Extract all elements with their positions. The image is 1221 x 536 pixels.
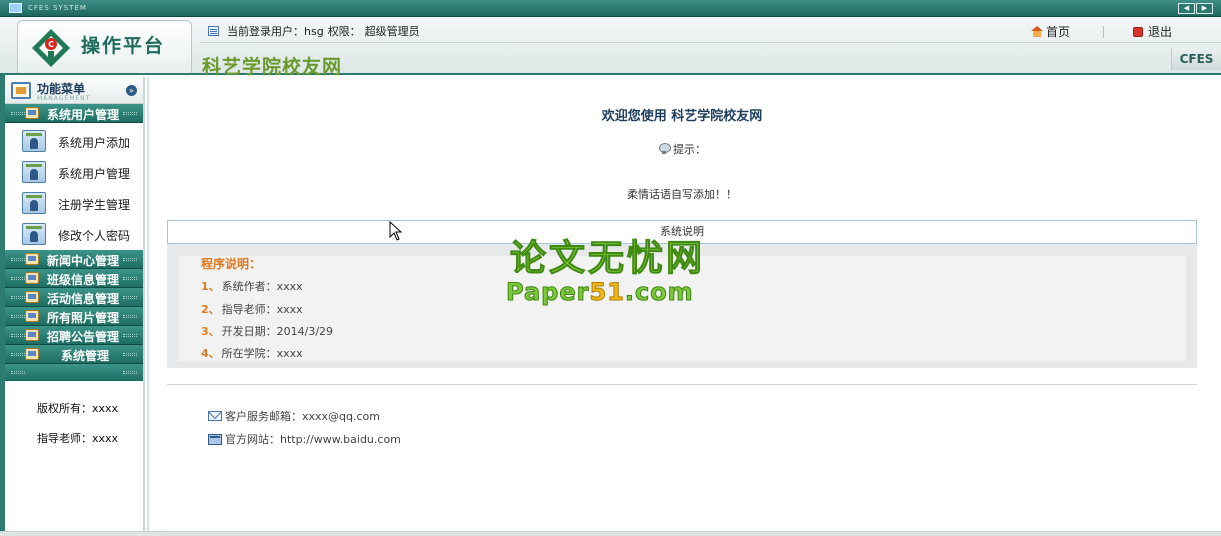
menu-item-add-user[interactable]: 系统用户添加 <box>5 126 143 157</box>
content-divider <box>167 384 1197 385</box>
logo-tab: C 操作平台 <box>17 20 192 73</box>
menu-group-photos[interactable]: 所有照片管理 <box>5 307 143 326</box>
menu-subtitle: MANAGEMENT <box>37 95 91 102</box>
user-card-icon <box>22 223 46 245</box>
top-links: 首页 退出 <box>1031 23 1172 40</box>
tip-label: 提示： <box>673 143 706 156</box>
sidebar-footer: 版权所有：xxxx 指导老师：xxxx <box>5 381 143 460</box>
link-separator <box>1103 25 1105 38</box>
user-prefix: 当前登录用户： <box>227 25 304 38</box>
header-divider <box>200 42 1221 43</box>
menu-group-classes[interactable]: 班级信息管理 <box>5 269 143 288</box>
next-arrow-icon[interactable]: ▶ <box>1196 3 1213 14</box>
tip-label-row: 提示： <box>659 141 706 157</box>
home-link[interactable]: 首页 <box>1031 23 1070 40</box>
menu-item-change-password[interactable]: 修改个人密码 <box>5 219 143 250</box>
advisor-text: 指导老师：xxxx <box>37 432 119 445</box>
user-card-icon <box>22 161 46 183</box>
menu-group-system-users[interactable]: 系统用户管理 <box>5 104 143 123</box>
email-row: 客户服务邮箱：xxxx@qq.com <box>208 408 380 424</box>
menu-item-students[interactable]: 注册学生管理 <box>5 188 143 219</box>
menu-group-news[interactable]: 新闻中心管理 <box>5 250 143 269</box>
bottom-border <box>0 531 1221 536</box>
menu-group-system[interactable]: 系统管理 <box>5 345 143 364</box>
menu-group-recruitment[interactable]: 招聘公告管理 <box>5 326 143 345</box>
email-text[interactable]: 客户服务邮箱：xxxx@qq.com <box>225 408 380 424</box>
logout-icon <box>1133 26 1144 37</box>
frame-nav-buttons: ◀ ▶ <box>1177 3 1213 14</box>
watermark-en: Paper51.com <box>505 278 694 307</box>
group-folder-icon <box>25 272 39 284</box>
user-card-icon <box>22 130 46 152</box>
menu-box-icon <box>11 82 31 99</box>
menu-header: 功能菜单 MANAGEMENT » <box>5 77 143 104</box>
info-row: 3、 开发日期：2014/3/29 <box>201 325 334 338</box>
welcome-heading: 欢迎您使用 科艺学院校友网 <box>601 109 763 124</box>
cfes-badge: CFES <box>1171 48 1221 70</box>
menu-item-manage-users[interactable]: 系统用户管理 <box>5 157 143 188</box>
title-bar: CFES SYSTEM ◀ ▶ <box>0 0 1221 17</box>
menu-list: 系统用户添加 系统用户管理 注册学生管理 修改个人密码 <box>5 123 143 250</box>
tip-message: 柔情话语自写添加！！ <box>627 188 737 201</box>
website-icon <box>208 433 222 445</box>
group-folder-icon <box>25 291 39 303</box>
site-name: 科艺学院校友网 <box>202 56 343 78</box>
copyright-text: 版权所有：xxxx <box>37 402 119 415</box>
current-user-info: 当前登录用户： hsg 权限： 超级管理员 <box>208 23 420 39</box>
watermark: 论文无忧网 Paper51.com <box>505 229 726 307</box>
prev-arrow-icon[interactable]: ◀ <box>1178 3 1195 14</box>
username: hsg <box>304 24 324 38</box>
role-prefix: 权限： <box>327 25 361 38</box>
collapse-chevron-icon[interactable]: » <box>126 85 137 96</box>
group-folder-icon <box>25 253 39 265</box>
bank-logo-icon: C <box>32 29 70 67</box>
logout-link[interactable]: 退出 <box>1133 23 1172 40</box>
header: C 操作平台 当前登录用户： hsg 权限： 超级管理员 首页 退出 科艺学院校… <box>0 17 1221 78</box>
watermark-cn: 论文无忧网 <box>509 238 706 280</box>
document-icon <box>208 26 219 36</box>
system-label: CFES SYSTEM <box>28 4 87 12</box>
main-content: 欢迎您使用 科艺学院校友网 提示： 柔情话语自写添加！！ 系统说明 程序说明： … <box>149 77 1221 536</box>
window-icon <box>9 3 22 13</box>
program-description-title: 程序说明： <box>201 257 262 271</box>
home-icon <box>1031 26 1043 37</box>
menu-group-activities[interactable]: 活动信息管理 <box>5 288 143 307</box>
mouse-pointer-icon <box>389 221 403 241</box>
home-label: 首页 <box>1046 25 1071 39</box>
website-text[interactable]: 官方网站：http://www.baidu.com <box>225 431 401 447</box>
user-card-icon <box>22 192 46 214</box>
info-row: 4、 所在学院：xxxx <box>201 347 303 360</box>
website-row: 官方网站：http://www.baidu.com <box>208 431 401 447</box>
logout-label: 退出 <box>1148 25 1173 39</box>
group-folder-icon <box>25 329 39 341</box>
group-folder-icon <box>25 310 39 322</box>
group-folder-icon <box>25 107 39 119</box>
info-row: 1、 系统作者：xxxx <box>201 280 303 293</box>
menu-footer-bar <box>5 364 143 381</box>
platform-logo-text: 操作平台 <box>81 35 166 57</box>
mail-icon <box>208 411 222 421</box>
svg-text:C: C <box>48 40 54 49</box>
sidebar: 功能菜单 MANAGEMENT » 系统用户管理 系统用户添加 系统用户管理 注… <box>5 77 145 536</box>
role-value: 超级管理员 <box>364 25 420 38</box>
lightbulb-icon <box>659 143 671 155</box>
info-row: 2、 指导老师：xxxx <box>201 303 303 316</box>
group-folder-icon <box>25 348 39 360</box>
